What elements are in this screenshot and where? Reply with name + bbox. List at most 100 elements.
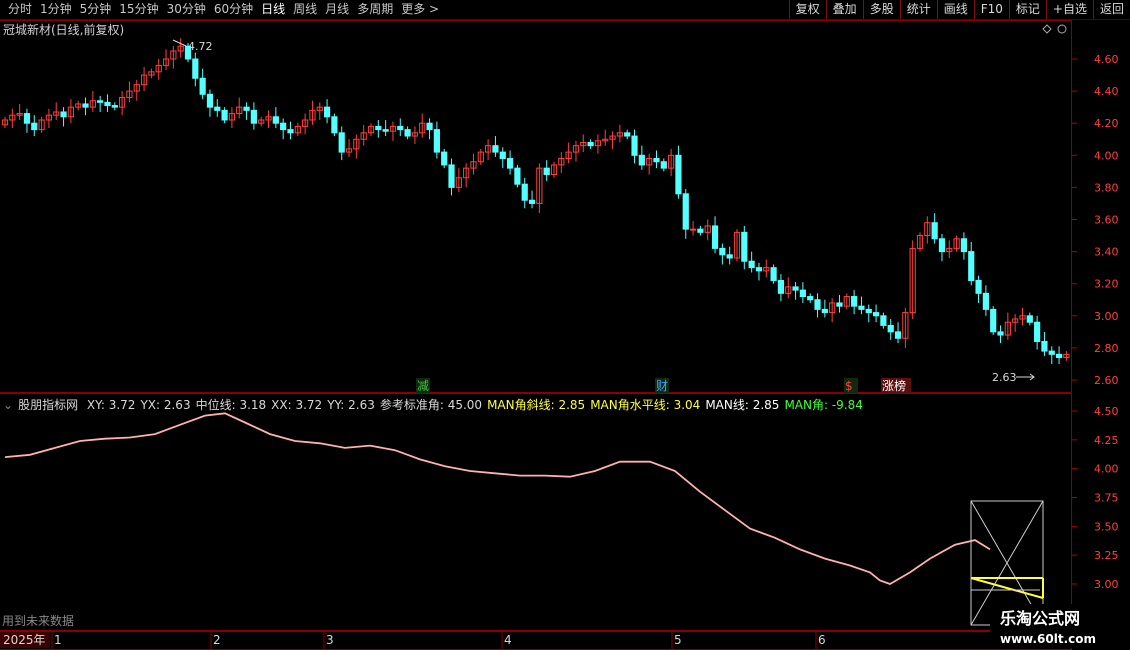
man-slope-line (970, 577, 1044, 599)
diamond-icon (1042, 24, 1052, 34)
candle-body (433, 129, 440, 153)
candle-body (287, 129, 294, 134)
candle-body (624, 132, 631, 137)
candle-body (506, 158, 514, 169)
candle-body (1055, 353, 1063, 359)
candle-body (97, 100, 104, 103)
candle-body (741, 231, 748, 262)
candle-body (682, 193, 689, 230)
price-tick-label: 2.80 (1094, 342, 1119, 355)
future-data-label: 用到未来数据 (2, 613, 74, 628)
candle-body (250, 109, 257, 124)
price-tick-label: 3.40 (1094, 246, 1119, 259)
candle-body (887, 324, 894, 333)
price-tick-label: 4.00 (1094, 149, 1119, 162)
circle-icon (1057, 24, 1067, 34)
candle-body (748, 260, 755, 269)
candle-body (697, 228, 704, 233)
indicator-tick-label: 3.25 (1094, 549, 1119, 562)
candle-body (499, 151, 506, 160)
candle-body (492, 145, 499, 153)
candle-body (243, 106, 250, 111)
indicator-tick-label: 3.00 (1094, 578, 1119, 591)
candle-body (807, 296, 814, 301)
event-marker-1: 财 (656, 379, 668, 393)
price-tick-label: 4.60 (1094, 53, 1119, 66)
candle-body (1048, 350, 1055, 355)
month-label-2: 3 (326, 633, 334, 647)
candle-body (968, 251, 975, 281)
month-label-1: 2 (213, 633, 221, 647)
candle-body (104, 101, 111, 107)
candle-body (426, 122, 433, 131)
candle-body (192, 58, 199, 79)
candle-body (975, 279, 982, 294)
candle-body (31, 122, 38, 131)
price-tick-label: 2.60 (1094, 374, 1119, 387)
candle-body (689, 228, 697, 231)
candle-body (799, 289, 806, 298)
candle-body (755, 267, 763, 272)
candle-body (1026, 315, 1033, 323)
candle-body (938, 238, 946, 253)
candle-body (543, 167, 550, 176)
event-marker-0: 减 (417, 379, 429, 393)
candle-body (865, 308, 872, 314)
watermark-title: 乐淘公式网 (1000, 609, 1080, 628)
high-price-label: 4.72 (188, 40, 213, 53)
candle-body (653, 158, 660, 163)
candle-body (792, 286, 799, 291)
candle-body (521, 183, 528, 201)
low-price-label: 2.63 (992, 371, 1017, 384)
candle-body (272, 116, 279, 124)
indicator-tick-label: 4.25 (1094, 434, 1119, 447)
candle-body (631, 135, 638, 156)
candle-body (982, 292, 989, 310)
candle-body (821, 308, 828, 314)
event-marker-3: 涨榜 (882, 378, 906, 393)
price-tick-label: 3.20 (1094, 278, 1119, 291)
event-marker-2: $ (845, 379, 853, 393)
candle-body (206, 93, 214, 108)
month-label-4: 5 (674, 633, 682, 647)
candle-body (199, 77, 206, 95)
candle-body (214, 106, 221, 111)
price-tick-label: 3.60 (1094, 214, 1119, 227)
candle-body (814, 299, 821, 310)
candle-body (931, 222, 938, 240)
candle-body (382, 129, 389, 132)
candle-body (23, 113, 31, 124)
candle-body (60, 111, 67, 118)
candle-body (448, 164, 455, 188)
indicator-tick-label: 3.50 (1094, 520, 1119, 533)
candle-body (1034, 321, 1041, 342)
price-tick-label: 3.00 (1094, 310, 1119, 323)
candle-body (280, 122, 287, 131)
candle-body (514, 167, 521, 185)
candle-body (331, 116, 338, 134)
indicator-tick-label: 4.00 (1094, 463, 1119, 476)
price-tick-label: 3.80 (1094, 181, 1119, 194)
candle-body (1041, 340, 1048, 352)
month-label-0: 1 (54, 633, 62, 647)
candle-body (404, 129, 411, 137)
kline-chart[interactable]: 4.60 4.40 4.20 4.00 3.80 3.60 3.40 3.20 3.00 2.80… (0, 0, 1130, 650)
candle-body (375, 125, 382, 131)
candle-body (960, 238, 968, 253)
month-label-3: 4 (504, 633, 512, 647)
candle-body (872, 312, 880, 317)
candle-body (660, 161, 667, 169)
candle-body (82, 103, 89, 108)
candle-body (338, 132, 345, 153)
candle-body (638, 154, 645, 166)
candle-body (880, 315, 887, 326)
candle-body (836, 302, 843, 307)
price-tick-label: 4.40 (1094, 85, 1119, 98)
candle-body (719, 247, 726, 256)
candle-body (323, 106, 331, 118)
candle-body (221, 109, 228, 121)
candle-body (397, 125, 404, 131)
candle-body (675, 154, 682, 195)
candle-body (111, 105, 118, 108)
candle-body (777, 279, 785, 294)
